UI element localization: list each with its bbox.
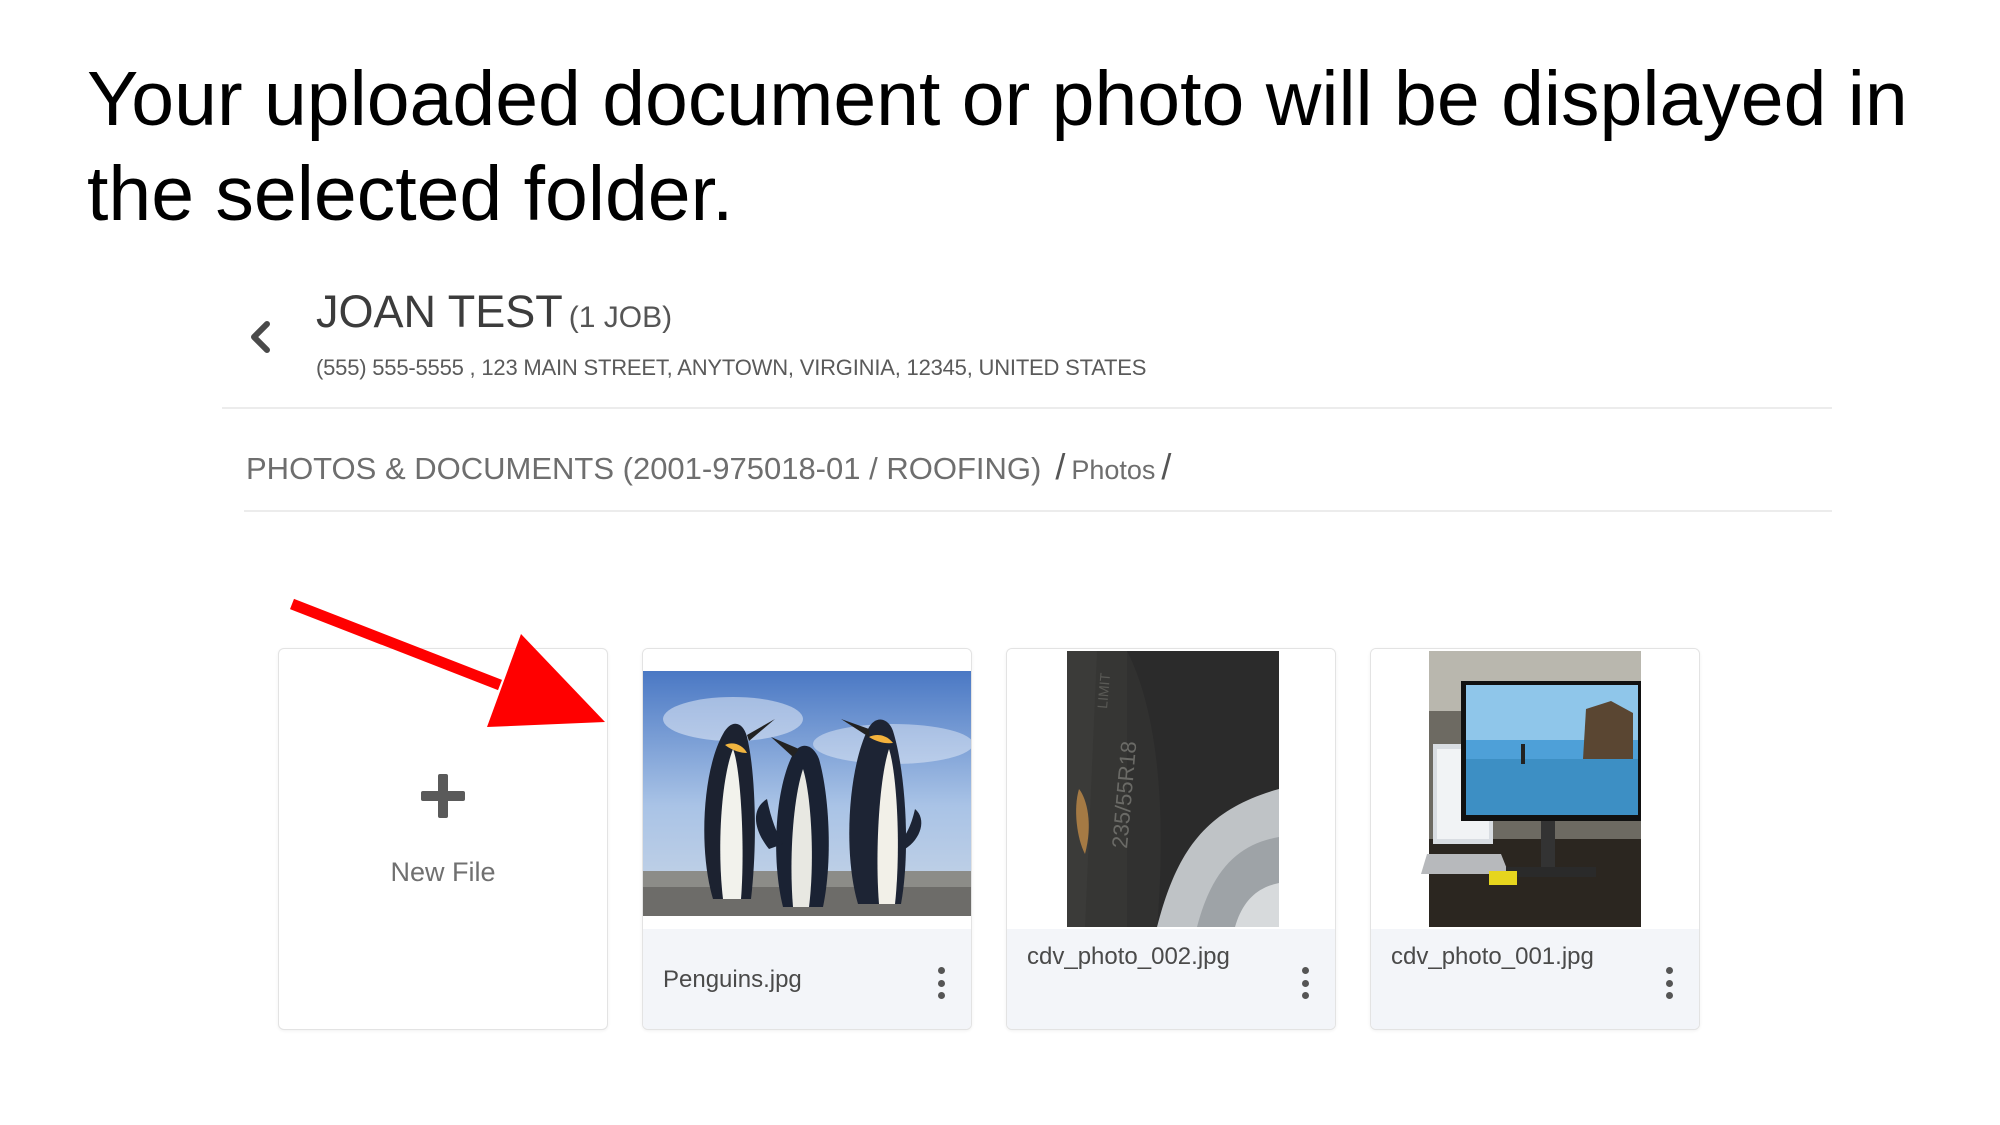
more-vertical-icon[interactable] (935, 967, 947, 999)
slide-title: Your uploaded document or photo will be … (87, 56, 1908, 237)
plus-icon (421, 774, 465, 818)
file-thumbnail[interactable] (643, 649, 971, 929)
file-card[interactable]: 235/55R18 LIMIT cdv_photo_002.jpg (1006, 648, 1336, 1030)
annotation-arrow-icon (290, 598, 605, 727)
more-vertical-icon[interactable] (1663, 967, 1675, 999)
svg-text:LIMIT: LIMIT (1094, 672, 1113, 709)
file-thumbnail[interactable]: 235/55R18 LIMIT (1007, 649, 1335, 929)
file-thumbnail[interactable] (1371, 649, 1699, 929)
breadcrumb-divider (244, 510, 1832, 512)
customer-address: (555) 555-5555 , 123 MAIN STREET, ANYTOW… (316, 355, 1147, 380)
customer-name: JOAN TEST (1 JOB) (316, 286, 672, 338)
file-card[interactable]: Penguins.jpg (642, 648, 972, 1030)
chevron-left-icon (251, 321, 270, 353)
tire-image: 235/55R18 LIMIT (1067, 651, 1279, 927)
breadcrumb-separator: / (1055, 446, 1066, 487)
file-card-footer: cdv_photo_001.jpg (1371, 929, 1699, 1029)
monitor-image (1421, 651, 1641, 927)
back-button[interactable] (240, 312, 280, 362)
penguins-image (643, 671, 971, 929)
file-card[interactable]: cdv_photo_001.jpg (1370, 648, 1700, 1030)
more-vertical-icon[interactable] (1299, 967, 1311, 999)
file-card-footer: Penguins.jpg (643, 929, 971, 1029)
file-name[interactable]: cdv_photo_001.jpg (1391, 943, 1594, 971)
header-divider (222, 407, 1832, 409)
breadcrumb-folder-photos[interactable]: Photos (1071, 455, 1155, 486)
breadcrumb-separator: / (1161, 446, 1172, 487)
job-count: (1 JOB) (568, 301, 673, 334)
file-name[interactable]: cdv_photo_002.jpg (1027, 943, 1230, 971)
file-card-footer: cdv_photo_002.jpg (1007, 929, 1335, 1029)
file-name[interactable]: Penguins.jpg (663, 966, 802, 994)
breadcrumb: PHOTOS & DOCUMENTS (2001-975018-01 / ROO… (246, 446, 1171, 488)
breadcrumb-root-link[interactable]: PHOTOS & DOCUMENTS (2001-975018-01 / ROO… (246, 451, 1041, 487)
customer-name-text: JOAN TEST (316, 286, 563, 337)
new-file-label: New File (390, 857, 496, 887)
